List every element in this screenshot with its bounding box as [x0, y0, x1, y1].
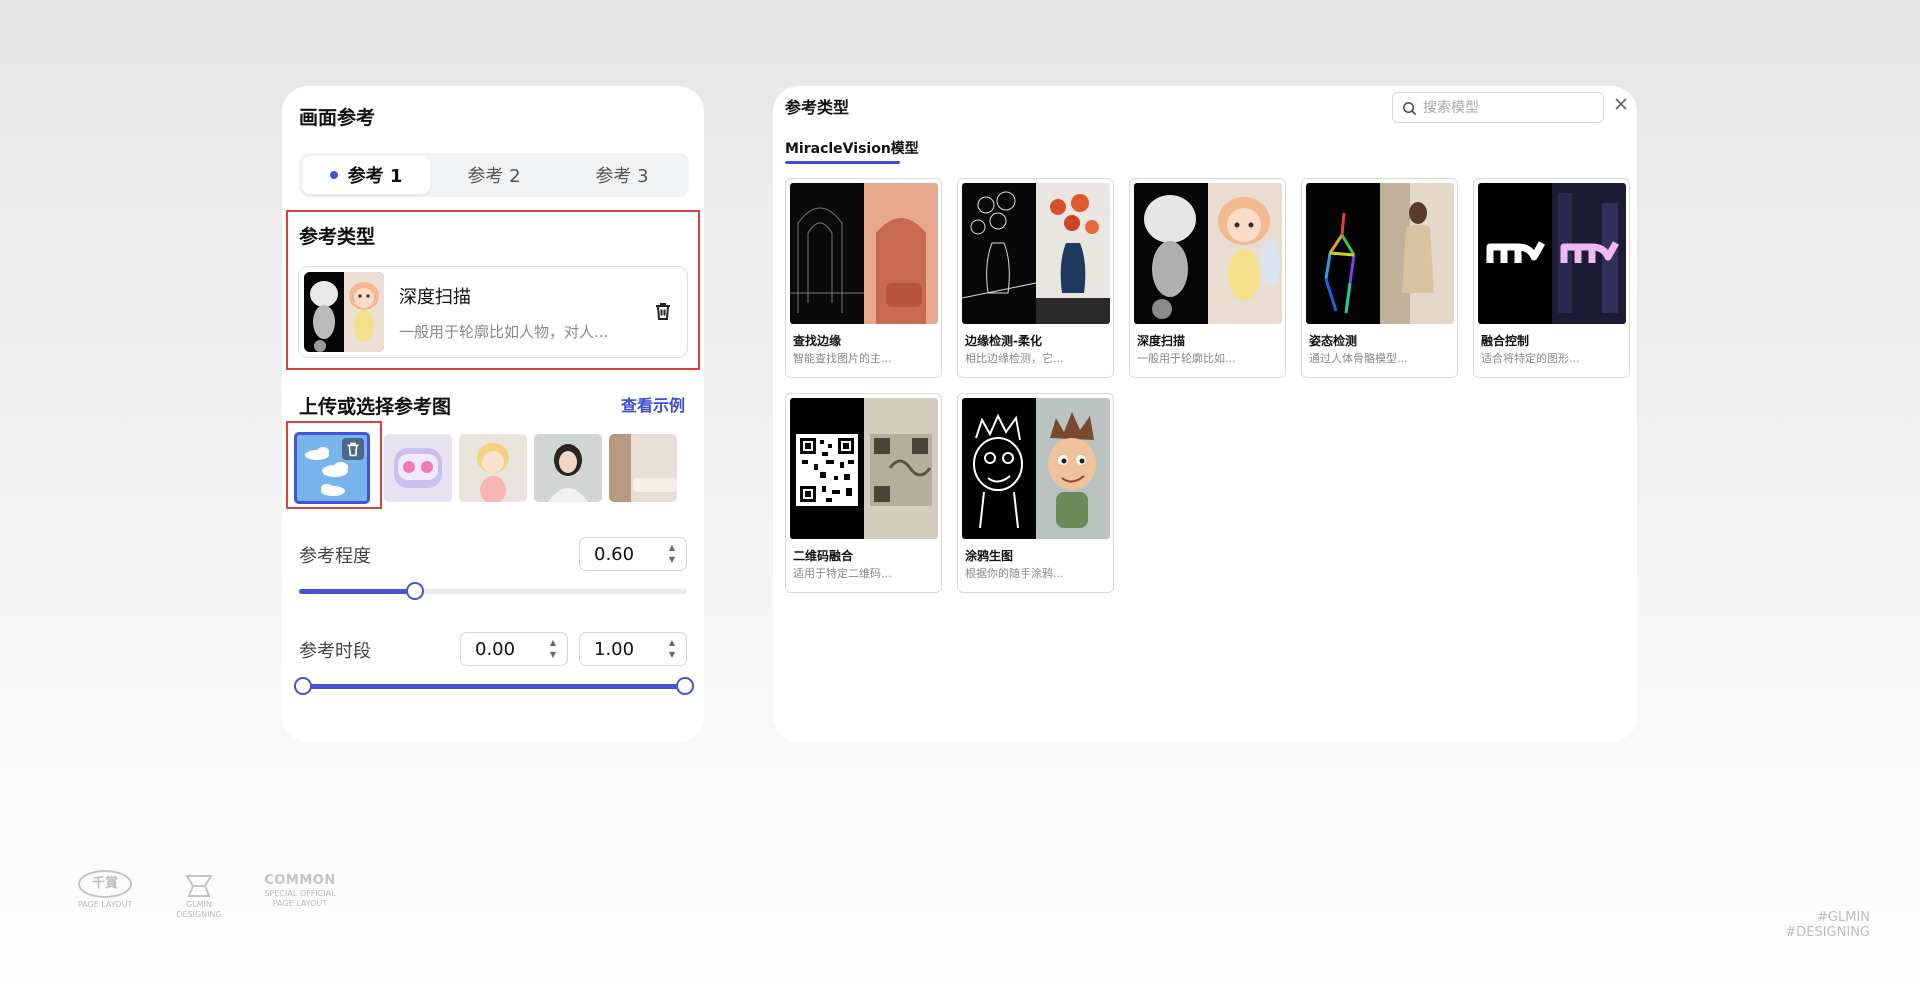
tab-miraclevision-models[interactable]: MiracleVision模型 — [785, 138, 919, 158]
glmin-logo-icon — [185, 875, 213, 897]
strength-stepper[interactable]: ▲▼ — [579, 537, 687, 571]
close-icon[interactable] — [1613, 96, 1629, 112]
period-label: 参考时段 — [299, 641, 371, 662]
range-fill — [299, 684, 687, 689]
hashtag: #GLMIN — [1817, 910, 1870, 925]
delete-image-icon[interactable] — [342, 438, 364, 460]
model-image — [790, 183, 938, 324]
reference-type-label: 参考类型 — [299, 226, 376, 248]
model-name: 查找边缘 — [793, 334, 842, 348]
reference-tabs: 参考 1 参考 2 参考 3 — [299, 153, 689, 197]
model-description: 一般用于轮廓比如... — [1137, 352, 1236, 365]
reference-image-robot[interactable] — [384, 434, 452, 502]
model-description: 适合将特定的图形... — [1481, 352, 1580, 365]
period-end-stepper[interactable]: ▲▼ — [579, 632, 687, 666]
footer-logo-page-layout: 千賞 PAGE LAYOUT — [70, 870, 140, 910]
reference-image-doll[interactable] — [459, 434, 527, 502]
period-range-slider[interactable] — [294, 676, 694, 698]
stepper-arrows-icon[interactable]: ▲ ▼ — [666, 542, 678, 566]
model-name: 涂鸦生图 — [965, 549, 1014, 563]
strength-label: 参考程度 — [299, 546, 371, 567]
footer-hashtags: #GLMIN #DESIGNING — [1785, 910, 1870, 940]
hashtag: #DESIGNING — [1785, 925, 1870, 940]
active-tab-indicator — [785, 161, 900, 164]
logo-caption: PAGE LAYOUT — [77, 900, 133, 909]
model-card-soft-edge[interactable]: 边缘检测-柔化 相比边缘检测，它... — [957, 178, 1114, 378]
tab-label: 参考 2 — [467, 166, 521, 187]
model-image — [1478, 183, 1626, 324]
slider-fill — [299, 589, 416, 594]
model-image — [1134, 183, 1282, 324]
model-description: 智能查找图片的主... — [793, 352, 892, 365]
model-description: 相比边缘检测，它... — [965, 352, 1064, 365]
model-card-depth-scan[interactable]: 深度扫描 一般用于轮廓比如... — [1129, 178, 1286, 378]
active-dot-icon — [329, 171, 338, 179]
model-card-fusion-control[interactable]: 融合控制 适合将特定的图形... — [1473, 178, 1630, 378]
view-example-link[interactable]: 查看示例 — [621, 392, 685, 416]
model-description: 通过人体骨骼模型... — [1309, 352, 1408, 365]
range-end-handle[interactable] — [676, 677, 694, 695]
model-image — [790, 398, 938, 539]
strength-slider[interactable] — [299, 581, 687, 603]
upload-label: 上传或选择参考图 — [299, 396, 452, 418]
selected-type-description: 一般用于轮廓比如人物，对人... — [399, 323, 609, 341]
selected-type-card[interactable]: 深度扫描 一般用于轮廓比如人物，对人... — [298, 266, 688, 358]
logo-mark: COMMON — [264, 873, 336, 888]
reference-type-panel: 参考类型 MiracleVision模型 查找边缘 智能查找图片的主... — [773, 86, 1637, 742]
model-card-doodle[interactable]: 涂鸦生图 根据你的随手涂鸦... — [957, 393, 1114, 593]
model-name: 深度扫描 — [1137, 334, 1186, 348]
logo-mark: 千賞 — [78, 870, 132, 898]
tab-reference-3[interactable]: 参考 3 — [558, 156, 686, 194]
model-image — [1306, 183, 1454, 324]
logo-caption: DESIGNING — [176, 910, 222, 919]
tab-label: 参考 1 — [347, 166, 403, 187]
model-name: 二维码融合 — [793, 549, 854, 563]
slider-handle[interactable] — [406, 582, 425, 600]
model-description: 根据你的随手涂鸦... — [965, 567, 1064, 580]
model-card-qr-fusion[interactable]: 二维码融合 适用于特定二维码... — [785, 393, 942, 593]
tab-label: 参考 3 — [595, 166, 649, 187]
model-name: 姿态检测 — [1309, 334, 1358, 348]
tab-reference-1[interactable]: 参考 1 — [302, 156, 430, 194]
reference-panel: 画面参考 参考 1 参考 2 参考 3 参考类型 深度扫描 一般用于轮廓比如人物… — [282, 86, 704, 742]
reference-image-girl[interactable] — [534, 434, 602, 502]
period-start-stepper[interactable]: ▲▼ — [460, 632, 568, 666]
tab-reference-2[interactable]: 参考 2 — [430, 156, 558, 194]
panel-title: 画面参考 — [299, 107, 376, 129]
model-name: 边缘检测-柔化 — [965, 334, 1042, 348]
logo-caption: SPECIAL OFFICIAL PAGE LAYOUT — [264, 889, 336, 908]
footer-logo-common: COMMON SPECIAL OFFICIAL PAGE LAYOUT — [262, 873, 338, 909]
stepper-arrows-icon[interactable]: ▲ ▼ — [666, 637, 678, 661]
model-card-find-edges[interactable]: 查找边缘 智能查找图片的主... — [785, 178, 942, 378]
logo-caption: GLMIN — [186, 900, 212, 909]
selected-type-title: 深度扫描 — [399, 287, 471, 308]
search-box[interactable] — [1392, 92, 1604, 123]
model-image — [962, 398, 1110, 539]
footer-logo-glmin: GLMIN DESIGNING — [172, 872, 226, 920]
model-description: 适用于特定二维码... — [793, 567, 892, 580]
search-input[interactable] — [1423, 93, 1598, 122]
search-icon — [1403, 102, 1417, 116]
depth-scan-thumbnail — [304, 272, 384, 352]
model-card-pose-detection[interactable]: 姿态检测 通过人体骨骼模型... — [1301, 178, 1458, 378]
trash-icon[interactable] — [651, 299, 675, 323]
range-start-handle[interactable] — [294, 677, 312, 695]
reference-type-title: 参考类型 — [785, 98, 850, 117]
model-image — [962, 183, 1110, 324]
reference-image-room[interactable] — [609, 434, 677, 502]
model-name: 融合控制 — [1481, 334, 1530, 348]
reference-image-clouds[interactable] — [294, 432, 370, 504]
stepper-arrows-icon[interactable]: ▲ ▼ — [547, 637, 559, 661]
